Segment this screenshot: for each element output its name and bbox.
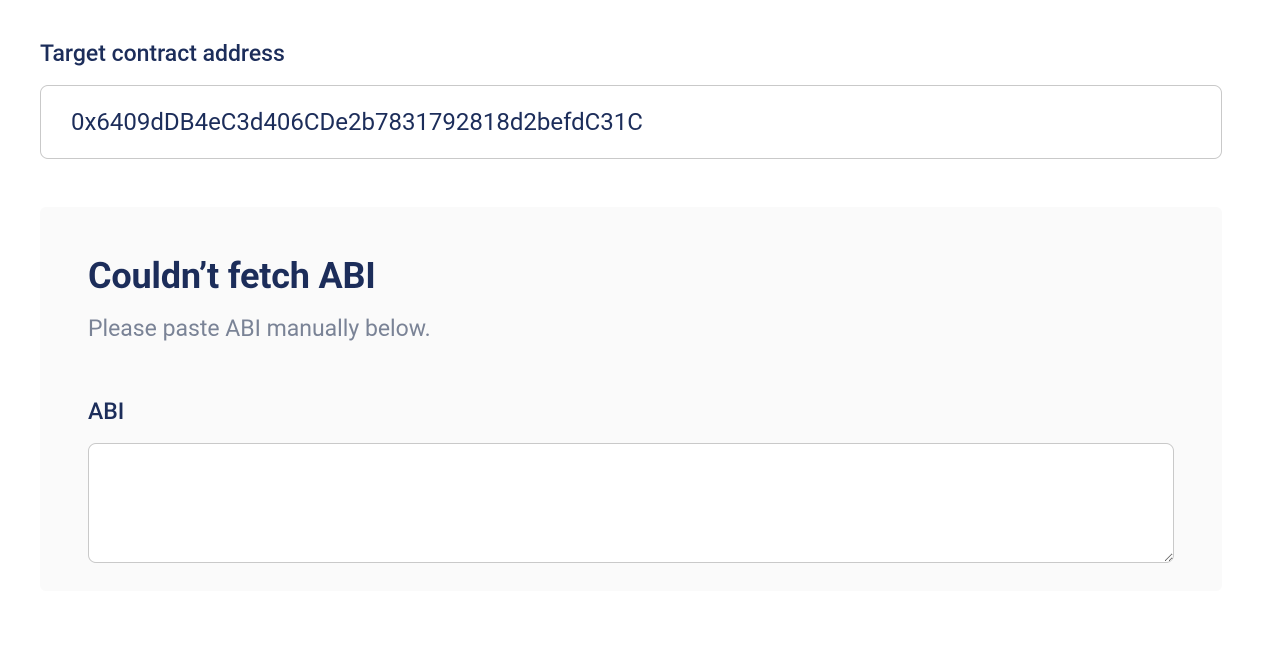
contract-address-label: Target contract address <box>40 40 1222 67</box>
abi-panel-heading: Couldn’t fetch ABI <box>88 255 1174 297</box>
abi-label: ABI <box>88 398 1174 425</box>
abi-panel: Couldn’t fetch ABI Please paste ABI manu… <box>40 207 1222 591</box>
abi-panel-subtext: Please paste ABI manually below. <box>88 315 1174 342</box>
abi-textarea[interactable] <box>88 443 1174 563</box>
contract-address-input[interactable] <box>40 85 1222 159</box>
contract-address-section: Target contract address <box>40 40 1222 159</box>
